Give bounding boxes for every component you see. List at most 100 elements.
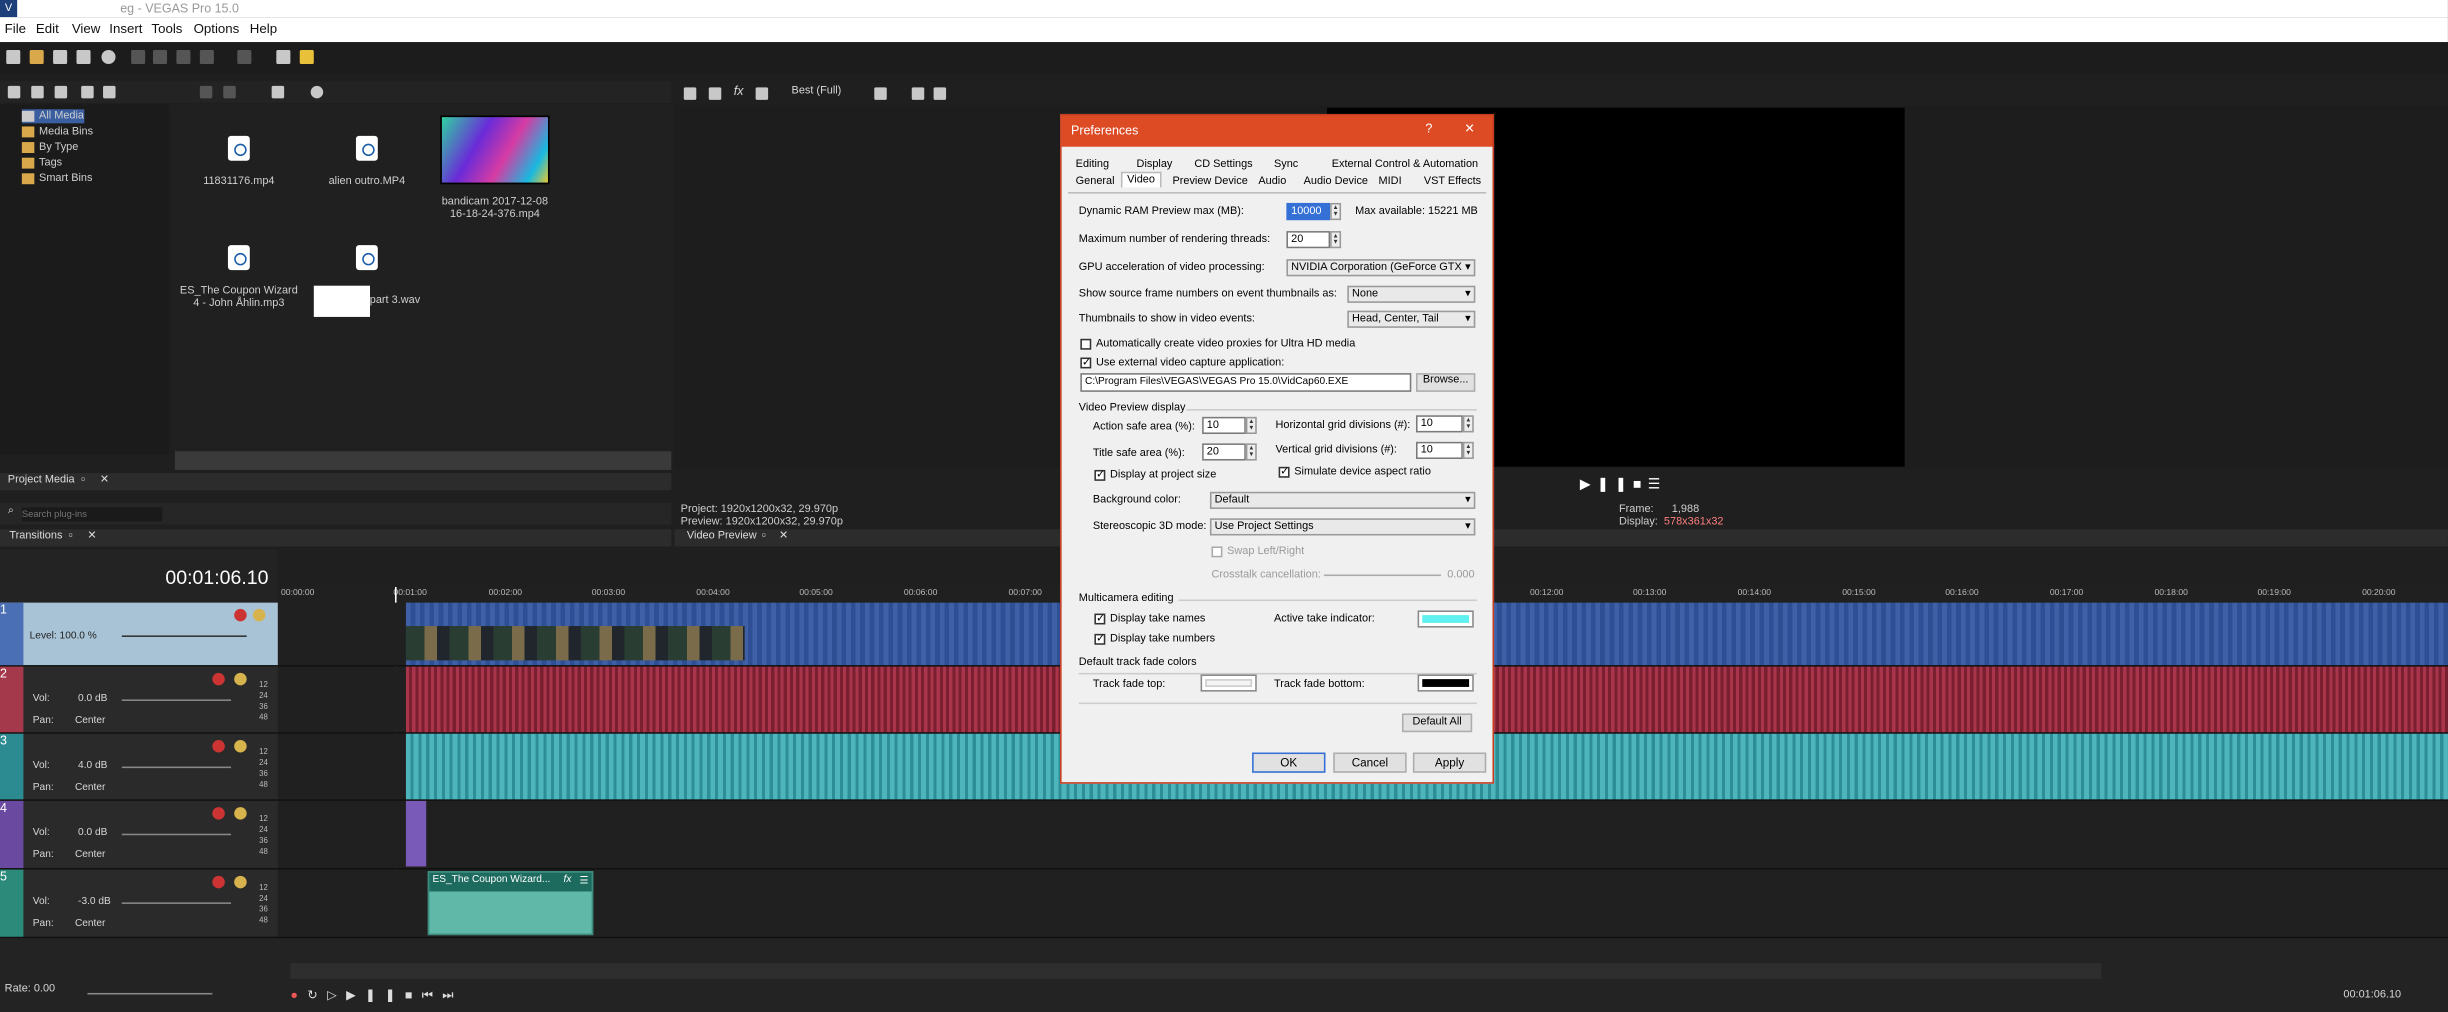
grid-icon[interactable] xyxy=(874,87,887,100)
hgrid-input[interactable]: 10 xyxy=(1416,415,1463,433)
ok-button[interactable]: OK xyxy=(1252,752,1326,773)
mute-icon[interactable] xyxy=(234,608,247,622)
open-icon[interactable] xyxy=(29,49,44,65)
mute-icon[interactable] xyxy=(212,740,225,753)
crosstalk-slider[interactable] xyxy=(1323,574,1441,577)
tree-by-type[interactable]: By Type xyxy=(21,141,78,155)
tab-display[interactable]: Display xyxy=(1137,159,1173,170)
paste-icon[interactable] xyxy=(176,49,191,65)
tab-vst-effects[interactable]: VST Effects xyxy=(1424,176,1481,187)
mute-icon[interactable] xyxy=(212,672,225,686)
track-header-audio-2[interactable]: 2 Vol: 0.0 dB Pan: Center 12 24 36 48 xyxy=(0,666,278,734)
tab-project-media[interactable]: Project Media xyxy=(8,475,75,486)
volume-slider[interactable] xyxy=(121,902,232,904)
background-color-dropdown[interactable]: Default xyxy=(1209,491,1476,509)
external-monitor-icon[interactable] xyxy=(708,87,722,100)
remove-icon[interactable] xyxy=(81,85,94,99)
play-icon[interactable]: ▶ xyxy=(346,988,365,1002)
save-snapshot-icon[interactable] xyxy=(933,87,947,100)
get-media-icon[interactable] xyxy=(54,85,68,99)
views-icon[interactable] xyxy=(271,85,285,99)
ram-spinner[interactable]: ▲ ▼ xyxy=(1330,202,1342,221)
frame-numbers-dropdown[interactable]: None xyxy=(1347,285,1476,303)
close-icon[interactable]: ✕ xyxy=(1464,122,1474,136)
menu-options[interactable]: Options xyxy=(194,20,240,36)
play-from-start-icon[interactable]: ▷ xyxy=(327,988,346,1002)
media-item[interactable]: bandicam 2017-12-08 16-18-24-376.mp4 xyxy=(432,115,557,222)
copy-icon[interactable] xyxy=(152,49,168,65)
close-icon[interactable]: ✕ xyxy=(87,529,96,542)
tab-video-preview[interactable]: Video Preview xyxy=(687,531,757,542)
stop-icon[interactable]: ■ xyxy=(1633,476,1648,492)
take-names-checkbox[interactable]: ✓ xyxy=(1094,613,1106,625)
hgrid-spinner[interactable]: ▲ ▼ xyxy=(1462,415,1474,433)
menu-file[interactable]: File xyxy=(5,20,26,36)
vgrid-spinner[interactable]: ▲ ▼ xyxy=(1462,441,1474,459)
capture-path-input[interactable]: C:\Program Files\VEGAS\VEGAS Pro 15.0\Vi… xyxy=(1080,373,1412,392)
save-icon[interactable] xyxy=(53,49,68,65)
undock-icon[interactable]: ▫ xyxy=(69,531,73,542)
tree-tags[interactable]: Tags xyxy=(21,156,62,170)
audio-clip[interactable] xyxy=(405,800,427,867)
stop-icon[interactable]: ■ xyxy=(405,988,422,1002)
capture-icon[interactable] xyxy=(31,85,44,99)
pause-icon[interactable]: ❚❚ xyxy=(365,988,405,1002)
action-safe-input[interactable]: 10 xyxy=(1202,416,1246,435)
pause-icon[interactable]: ❚❚ xyxy=(1597,476,1633,492)
help-icon[interactable]: ? xyxy=(1425,122,1432,136)
media-item[interactable]: ES_The Coupon Wizard 4 - John Åhlin.mp3 xyxy=(176,245,301,311)
clear-icon[interactable] xyxy=(103,85,116,99)
solo-icon[interactable] xyxy=(234,740,247,753)
volume-slider[interactable] xyxy=(121,833,232,836)
cut-icon[interactable] xyxy=(131,49,146,65)
settings-icon[interactable] xyxy=(683,87,697,100)
apply-button[interactable]: Apply xyxy=(1412,752,1487,773)
fx-icon[interactable]: fx xyxy=(563,874,571,885)
menu-tools[interactable]: Tools xyxy=(151,20,182,36)
ram-preview-input[interactable]: 10000 xyxy=(1286,202,1331,221)
timeline-scrollbar[interactable] xyxy=(290,963,2102,979)
default-all-button[interactable]: Default All xyxy=(1401,713,1473,733)
menu-view[interactable]: View xyxy=(72,20,101,36)
title-safe-spinner[interactable]: ▲ ▼ xyxy=(1245,443,1257,461)
media-scrollbar[interactable] xyxy=(174,451,672,470)
volume-slider[interactable] xyxy=(121,766,232,769)
title-safe-input[interactable]: 20 xyxy=(1202,443,1246,461)
fx-icon[interactable]: fx xyxy=(734,84,744,98)
fade-bottom-color-picker[interactable] xyxy=(1417,674,1474,692)
project-size-checkbox[interactable]: ✓ xyxy=(1094,469,1106,481)
rate-slider[interactable] xyxy=(87,992,213,995)
media-item[interactable]: alien outro.MP4 xyxy=(304,135,429,189)
solo-icon[interactable] xyxy=(234,807,247,820)
media-item[interactable]: part 3.wav xyxy=(304,245,429,317)
close-icon[interactable]: ✕ xyxy=(100,473,109,486)
audio-clip[interactable]: ES_The Coupon Wizard... fx ☰ xyxy=(427,871,594,936)
render-icon[interactable] xyxy=(276,49,291,65)
split-screen-icon[interactable] xyxy=(755,87,769,100)
tab-editing[interactable]: Editing xyxy=(1076,159,1109,170)
browse-button[interactable]: Browse... xyxy=(1416,373,1476,392)
go-to-end-icon[interactable]: ⏭ xyxy=(442,988,463,1002)
menu-edit[interactable]: Edit xyxy=(36,20,59,36)
tab-general[interactable]: General xyxy=(1076,176,1115,187)
stop-icon[interactable] xyxy=(223,85,236,99)
go-to-start-icon[interactable]: ⏮ xyxy=(422,988,443,1002)
solo-icon[interactable] xyxy=(234,875,247,889)
new-icon[interactable] xyxy=(6,49,21,65)
action-safe-spinner[interactable]: ▲ ▼ xyxy=(1245,416,1257,435)
mute-icon[interactable] xyxy=(212,807,225,820)
track-header-audio-5[interactable]: 5 Vol: -3.0 dB Pan: Center 12 24 36 48 xyxy=(0,869,278,939)
undo-icon[interactable] xyxy=(199,49,214,65)
track-header-audio-3[interactable]: 3 Vol: 4.0 dB Pan: Center 12 24 36 48 xyxy=(0,733,278,801)
media-item[interactable]: 11831176.mp4 xyxy=(176,135,301,189)
volume-slider[interactable] xyxy=(121,699,232,701)
menu-help[interactable]: Help xyxy=(250,20,277,36)
fade-top-color-picker[interactable] xyxy=(1200,674,1257,692)
redo-icon[interactable] xyxy=(237,49,252,65)
active-take-color-picker[interactable] xyxy=(1417,610,1474,628)
properties-icon[interactable] xyxy=(101,49,116,65)
thumbnails-dropdown[interactable]: Head, Center, Tail xyxy=(1347,310,1476,328)
undock-icon[interactable]: ▫ xyxy=(762,531,766,542)
tab-audio-device[interactable]: Audio Device xyxy=(1304,176,1368,187)
play-icon[interactable]: ▶ xyxy=(1580,476,1597,492)
